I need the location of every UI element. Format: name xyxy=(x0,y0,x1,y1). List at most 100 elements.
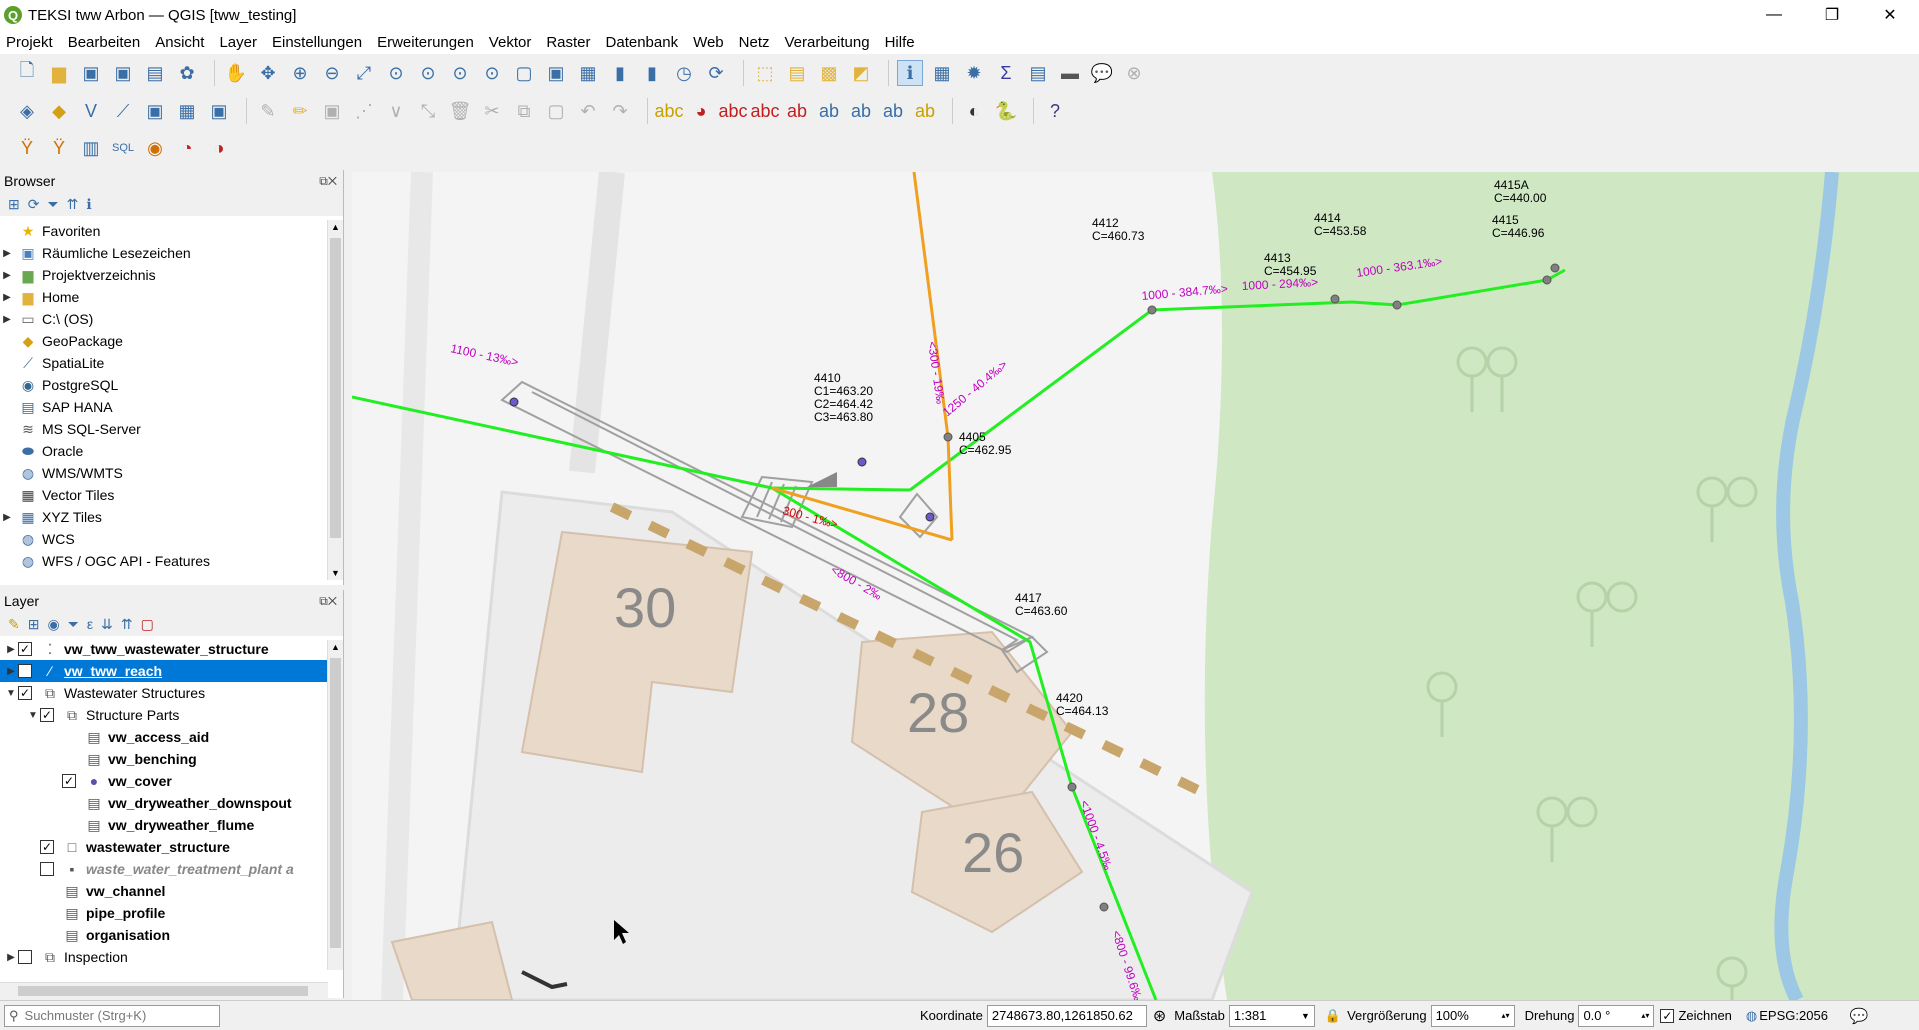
add-selected-icon[interactable]: ⊞ xyxy=(8,196,20,213)
layer-item-12[interactable]: ▤ pipe_profile xyxy=(0,902,343,924)
menu-vektor[interactable]: Vektor xyxy=(489,34,532,51)
menu-web[interactable]: Web xyxy=(693,34,724,51)
add-group-icon[interactable]: ⊞ xyxy=(28,616,40,633)
reach-branch[interactable] xyxy=(771,486,911,492)
tww-sql-icon[interactable]: SQL xyxy=(110,135,136,161)
plugin-tww-icon[interactable]: ◐ xyxy=(961,98,987,124)
menu-verarbeitung[interactable]: Verarbeitung xyxy=(785,34,870,51)
label-props-icon[interactable]: ab xyxy=(880,98,906,124)
tww-profile-icon[interactable]: ▥ xyxy=(78,135,104,161)
new-project-icon[interactable]: 🗋 xyxy=(14,60,40,86)
pin-labels-icon[interactable]: abc xyxy=(718,98,747,124)
render-checkbox[interactable]: ✓ xyxy=(1660,1008,1675,1023)
toggle-editing-icon[interactable]: ✏ xyxy=(287,98,313,124)
layer-item-13[interactable]: ▤ organisation xyxy=(0,924,343,946)
layer-item-7[interactable]: ▤ vw_dryweather_downspout xyxy=(0,792,343,814)
save-as-icon[interactable]: ▣ xyxy=(110,60,136,86)
expand-arrow-icon[interactable]: ▼ xyxy=(4,688,18,699)
deselect-icon[interactable]: ▩ xyxy=(816,60,842,86)
expand-all-icon[interactable]: ⇊ xyxy=(101,616,113,633)
pan-selection-icon[interactable]: ✥ xyxy=(255,60,281,86)
layer-item-8[interactable]: ▤ vw_dryweather_flume xyxy=(0,814,343,836)
browser-item-13[interactable]: ▶ ▦ XYZ Tiles xyxy=(0,506,343,528)
show-bookmarks-icon[interactable]: ▮ xyxy=(639,60,665,86)
add-spatialite-icon[interactable]: ⟋ xyxy=(110,98,136,124)
scale-combobox[interactable]: 1:381 ▼ xyxy=(1228,1004,1315,1027)
close-button[interactable]: ✕ xyxy=(1861,0,1919,30)
browser-item-11[interactable]: ◍ WMS/WMTS xyxy=(0,462,343,484)
menu-raster[interactable]: Raster xyxy=(546,34,590,51)
digitize-icon[interactable]: ⋰ xyxy=(351,98,377,124)
remove-layer-icon[interactable]: ▢ xyxy=(141,616,154,633)
zoom-next-icon[interactable]: ▢ xyxy=(511,60,537,86)
menu-layer[interactable]: Layer xyxy=(219,34,257,51)
select-features-icon[interactable]: ⬚ xyxy=(752,60,778,86)
expand-arrow-icon[interactable]: ▶ xyxy=(0,248,14,259)
layer-visibility-checkbox[interactable]: ✓ xyxy=(62,774,76,788)
add-geopackage-icon[interactable]: ◆ xyxy=(46,98,72,124)
layer-visibility-checkbox[interactable] xyxy=(18,950,32,964)
maximize-button[interactable]: ❐ xyxy=(1803,0,1861,30)
browser-item-4[interactable]: ▶ ▭ C:\ (OS) xyxy=(0,308,343,330)
rotate-label-icon[interactable]: ab xyxy=(816,98,842,124)
browser-item-9[interactable]: ≋ MS SQL-Server xyxy=(0,418,343,440)
layer-visibility-checkbox[interactable]: ✓ xyxy=(40,840,54,854)
menu-netz[interactable]: Netz xyxy=(739,34,770,51)
zoom-native-icon[interactable]: ⊙ xyxy=(447,60,473,86)
panel-float-close-icon[interactable]: ⧉✕ xyxy=(319,174,337,189)
browser-item-12[interactable]: ▦ Vector Tiles xyxy=(0,484,343,506)
label-highlight-icon[interactable]: ab xyxy=(912,98,938,124)
browser-item-7[interactable]: ◉ PostgreSQL xyxy=(0,374,343,396)
add-delimited-icon[interactable]: ▣ xyxy=(206,98,232,124)
open-field-calculator-icon[interactable]: ▤ xyxy=(1025,60,1051,86)
save-project-icon[interactable]: ▣ xyxy=(78,60,104,86)
minimize-button[interactable]: — xyxy=(1745,0,1803,30)
style-manager-icon[interactable]: ✿ xyxy=(174,60,200,86)
current-edits-icon[interactable]: ✎ xyxy=(255,98,281,124)
layer-visibility-checkbox[interactable]: ✓ xyxy=(18,642,32,656)
select-value-icon[interactable]: ▤ xyxy=(784,60,810,86)
menu-erweiterungen[interactable]: Erweiterungen xyxy=(377,34,474,51)
vertex-tool-icon[interactable]: ∨ xyxy=(383,98,409,124)
help-icon[interactable]: ? xyxy=(1042,98,1068,124)
expand-arrow-icon[interactable]: ▶ xyxy=(0,270,14,281)
tww-wizard-icon[interactable]: ◔ xyxy=(174,135,200,161)
refresh-browser-icon[interactable]: ⟳ xyxy=(28,196,40,213)
pan-icon[interactable]: ✋ xyxy=(223,60,249,86)
layer-visibility-checkbox[interactable]: ✓ xyxy=(18,664,32,678)
measure-icon[interactable]: ▬ xyxy=(1057,60,1083,86)
paste-icon[interactable]: ▢ xyxy=(543,98,569,124)
layer-item-10[interactable]: ▪ waste_water_treatment_plant a xyxy=(0,858,343,880)
menu-datenbank[interactable]: Datenbank xyxy=(606,34,679,51)
toggle-extents-icon[interactable]: ⊛ xyxy=(1153,1006,1166,1026)
identify-icon[interactable]: ℹ xyxy=(897,60,923,86)
menu-ansicht[interactable]: Ansicht xyxy=(155,34,204,51)
expand-arrow-icon[interactable]: ▼ xyxy=(26,710,40,721)
python-console-icon[interactable]: 🐍 xyxy=(993,98,1019,124)
new-map-view-icon[interactable]: ▣ xyxy=(543,60,569,86)
crs-label[interactable]: EPSG:2056 xyxy=(1759,1008,1828,1023)
layers-hscrollbar[interactable] xyxy=(0,982,328,998)
move-label-icon[interactable]: ab xyxy=(784,98,810,124)
undo-icon[interactable]: ↶ xyxy=(575,98,601,124)
magnifier-spinbox[interactable]: 100% ▴▾ xyxy=(1430,1004,1515,1027)
menu-hilfe[interactable]: Hilfe xyxy=(885,34,915,51)
label-toolbar-icon[interactable]: abc xyxy=(654,98,683,124)
browser-item-1[interactable]: ▶ ▣ Räumliche Lesezeichen xyxy=(0,242,343,264)
zoom-in-icon[interactable]: ⊕ xyxy=(287,60,313,86)
layer-item-1[interactable]: ▶ ✓ ∕ vw_tww_reach xyxy=(0,660,343,682)
modify-attributes-icon[interactable]: ⤡ xyxy=(415,98,441,124)
open-project-icon[interactable]: ▆ xyxy=(46,60,72,86)
locator-icon[interactable]: ⊗ xyxy=(1121,60,1147,86)
expand-arrow-icon[interactable]: ▶ xyxy=(4,666,18,677)
zoom-out-icon[interactable]: ⊖ xyxy=(319,60,345,86)
zoom-last-icon[interactable]: ⊙ xyxy=(479,60,505,86)
new-bookmark-icon[interactable]: ▮ xyxy=(607,60,633,86)
coordinate-field[interactable]: 2748673.80,1261850.62 xyxy=(986,1004,1147,1027)
save-edits-icon[interactable]: ▣ xyxy=(319,98,345,124)
collapse-all-layers-icon[interactable]: ⇈ xyxy=(121,616,133,633)
copy-icon[interactable]: ⧉ xyxy=(511,98,537,124)
expand-arrow-icon[interactable]: ▶ xyxy=(4,644,18,655)
manage-themes-icon[interactable]: ◉ xyxy=(47,616,59,633)
print-layout-icon[interactable]: ▤ xyxy=(142,60,168,86)
